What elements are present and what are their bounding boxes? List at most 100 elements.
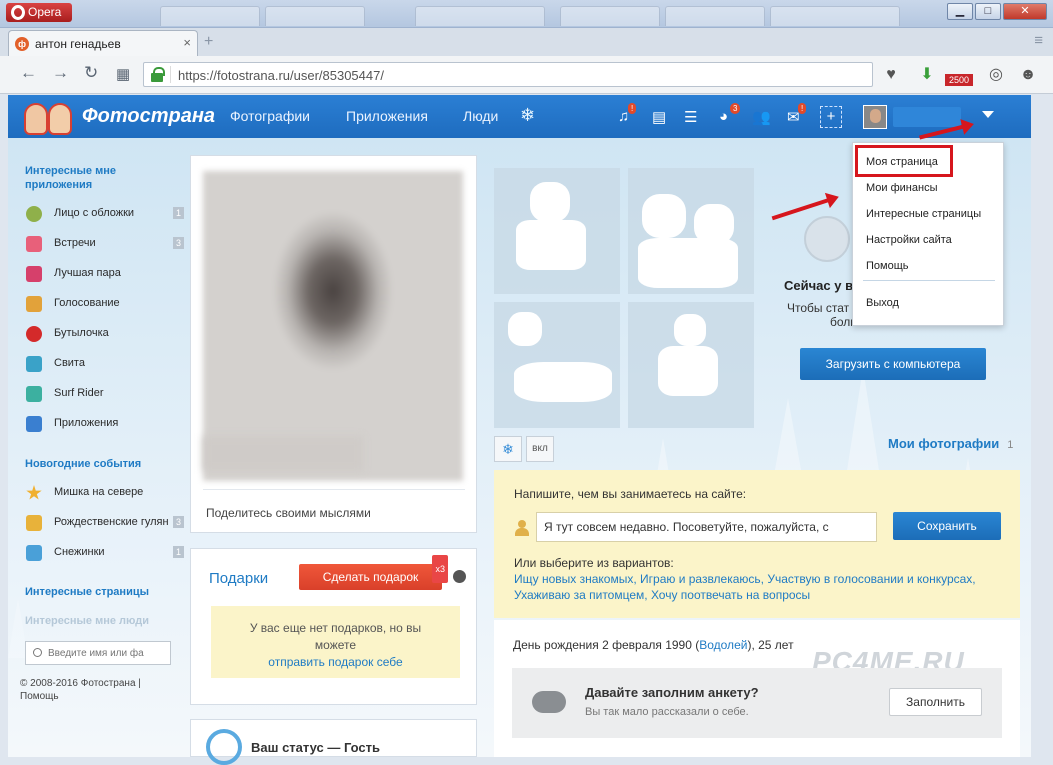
activity-input[interactable]: Я тут совсем недавно. Посоветуйте, пожал…	[536, 512, 877, 542]
photo-placeholder-couple[interactable]	[628, 168, 754, 294]
photo-placeholder-guitar[interactable]	[494, 168, 620, 294]
address-bar[interactable]: https://fotostrana.ru/user/85305447/	[143, 62, 873, 87]
opera-menu-button[interactable]: Opera	[6, 3, 72, 22]
reload-icon[interactable]: ↻	[84, 63, 98, 83]
zodiac-link[interactable]: Водолей	[699, 638, 747, 652]
heart-bookmark-icon[interactable]: ♥	[880, 64, 902, 86]
make-gift-button[interactable]: Сделать подарок x3	[299, 555, 448, 590]
gifts-title[interactable]: Подарки	[209, 570, 268, 587]
crown-blue-icon	[26, 356, 42, 372]
sidebar-item-meetings[interactable]: Встречи 3	[26, 235, 184, 253]
my-photos-link[interactable]: Мои фотографии 1	[888, 436, 1013, 451]
friends-icon[interactable]: 👥	[752, 108, 771, 126]
background-window-tab	[665, 6, 765, 26]
forward-icon[interactable]: →	[52, 63, 69, 83]
sidebar-item-best-pair[interactable]: Лучшая пара	[26, 265, 184, 283]
close-window-button[interactable]: ✕	[1003, 3, 1047, 20]
people-search-input[interactable]	[48, 645, 168, 662]
speed-dial-icon[interactable]: ▦	[116, 65, 130, 83]
upload-from-computer-button[interactable]: Загрузить с компьютера	[800, 348, 986, 380]
tab-menu-icon[interactable]: ≡	[1034, 32, 1043, 49]
sidebar-item-cover-face[interactable]: Лицо с обложки 1	[26, 205, 184, 223]
browser-tab[interactable]: ф антон генадьев ×	[8, 30, 198, 56]
sidebar-item-bear[interactable]: Мишка на севере	[26, 484, 184, 502]
copyright: © 2008-2016 Фотострана |	[20, 678, 141, 689]
medal-icon	[26, 206, 42, 222]
activity-option[interactable]: Ухаживаю за питомцем	[514, 588, 644, 602]
site-logo[interactable]: Фотострана	[82, 105, 215, 128]
birthday-line: День рождения 2 февраля 1990 (Водолей), …	[513, 638, 794, 652]
people-heading[interactable]: Интересные мне люди	[25, 614, 149, 628]
menu-item-site-settings[interactable]: Настройки сайта	[866, 234, 952, 246]
profile-photo-blurred[interactable]	[203, 171, 463, 481]
list-icon[interactable]: ☰	[684, 108, 697, 126]
activity-option[interactable]: Играю и развлекаюсь	[640, 572, 761, 586]
sidebar-item-bottle[interactable]: Бутылочка	[26, 325, 184, 343]
background-window-tab	[415, 6, 545, 26]
close-tab-icon[interactable]: ×	[183, 35, 191, 50]
avatar[interactable]	[863, 105, 887, 129]
nav-apps[interactable]: Приложения	[346, 108, 428, 124]
activity-options: Ищу новых знакомых, Играю и развлекаюсь,…	[514, 572, 976, 602]
send-gift-self-link[interactable]: отправить подарок себе	[211, 654, 460, 671]
apps-heading[interactable]: Интересные мне приложения	[25, 164, 145, 192]
new-tab-button[interactable]: +	[204, 33, 213, 51]
lock-icon	[151, 67, 165, 82]
add-icon[interactable]: +	[820, 106, 842, 128]
nav-people[interactable]: Люди	[463, 108, 498, 124]
menu-item-logout[interactable]: Выход	[866, 297, 899, 309]
games-icon[interactable]: ◕	[719, 108, 728, 125]
sidebar-item-snowflakes[interactable]: Снежинки 1	[26, 544, 184, 562]
status-label: Ваш статус — Гость	[251, 740, 381, 755]
fill-profile-button[interactable]: Заполнить	[889, 688, 982, 716]
menu-item-interesting-pages[interactable]: Интересные страницы	[866, 208, 981, 220]
people-search[interactable]	[25, 641, 171, 665]
snowflake-toggle-icon[interactable]: ❄	[494, 436, 522, 462]
update-icon[interactable]: ◎	[985, 64, 1007, 86]
sidebar-item-surf-rider[interactable]: Surf Rider	[26, 385, 184, 403]
maximize-button[interactable]: □	[975, 3, 1001, 20]
menu-item-my-finances[interactable]: Мои финансы	[866, 182, 937, 194]
or-choose-label: Или выберите из вариантов:	[514, 556, 674, 570]
sidebar-item-svita[interactable]: Свита	[26, 355, 184, 373]
save-button[interactable]: Сохранить	[893, 512, 1001, 540]
background-window-tab	[160, 6, 260, 26]
site-header: Фотострана Фотографии Приложения Люди ❄ …	[8, 95, 1031, 138]
back-icon[interactable]: ←	[20, 63, 37, 83]
activity-box: Напишите, чем вы занимаетесь на сайте: Я…	[494, 470, 1020, 618]
sidebar-item-christmas[interactable]: Рождественские гулян 3	[26, 514, 184, 532]
decoration-toggle[interactable]: вкл	[526, 436, 554, 462]
extension-counter-icon[interactable]: 2500	[945, 74, 973, 86]
user-name-blurred[interactable]	[893, 107, 961, 127]
chevron-down-icon[interactable]	[982, 111, 994, 118]
photo-placeholder-ski[interactable]	[628, 302, 754, 428]
couple-heart-icon	[26, 266, 42, 282]
gift-multiplier-badge: x3	[432, 555, 448, 583]
photo-placeholder-car[interactable]	[494, 302, 620, 428]
chat-bubble-icon	[532, 691, 566, 713]
logo-mascot-icon[interactable]	[22, 97, 76, 137]
highlight-box	[855, 145, 953, 177]
help-link[interactable]: Помощь	[20, 691, 59, 702]
nav-photos[interactable]: Фотографии	[230, 108, 310, 124]
search-icon	[33, 648, 42, 657]
activity-option[interactable]: Хочу поотвечать на вопросы	[651, 588, 810, 602]
profile-icon[interactable]: ☻	[1017, 64, 1039, 86]
events-heading[interactable]: Новогодние события	[25, 457, 141, 471]
share-thoughts-input[interactable]: Поделитесь своими мыслями	[206, 506, 371, 520]
menu-item-help[interactable]: Помощь	[866, 260, 909, 272]
url-text[interactable]: https://fotostrana.ru/user/85305447/	[178, 68, 384, 83]
opera-logo-icon	[11, 5, 25, 20]
activity-question: Напишите, чем вы занимаетесь на сайте:	[514, 487, 747, 501]
activity-option[interactable]: Ищу новых знакомых	[514, 572, 633, 586]
sidebar-item-applications[interactable]: Приложения	[26, 415, 184, 433]
snowflake-gold-icon	[26, 515, 42, 531]
background-window-tab	[560, 6, 660, 26]
download-icon[interactable]: ⬇	[916, 64, 938, 86]
feed-icon[interactable]: ▤	[652, 108, 666, 126]
pages-heading[interactable]: Интересные страницы	[25, 585, 149, 599]
sidebar-item-voting[interactable]: Голосование	[26, 295, 184, 313]
minimize-button[interactable]: ▁	[947, 3, 973, 20]
globe-icon[interactable]	[453, 570, 466, 583]
activity-option[interactable]: Участвую в голосовании и конкурсах	[767, 572, 972, 586]
